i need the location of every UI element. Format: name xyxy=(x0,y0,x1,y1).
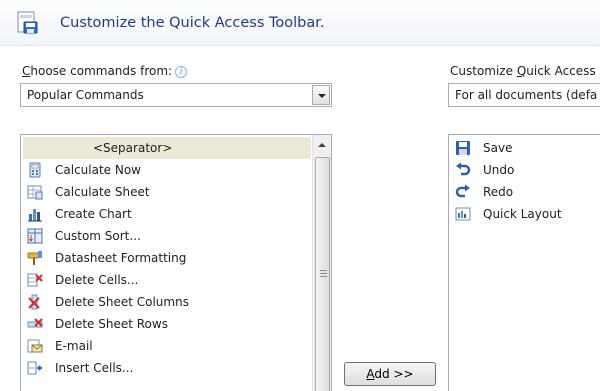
info-icon: i xyxy=(175,66,188,78)
list-item-label: Datasheet Formatting xyxy=(55,251,187,265)
page-title: Customize the Quick Access Toolbar. xyxy=(60,15,325,31)
quick-layout-icon xyxy=(455,207,471,221)
scrollbar-thumb[interactable] xyxy=(315,157,330,391)
customize-qat-label: Customize Quick Access xyxy=(450,64,596,78)
list-item-label: Redo xyxy=(483,185,514,199)
choose-commands-label: Choose commands from: i xyxy=(22,64,188,78)
list-item-label: Create Chart xyxy=(55,207,132,221)
list-item-label: Calculate Now xyxy=(55,163,141,177)
scroll-up-icon[interactable] xyxy=(314,137,330,153)
insert-cells-icon xyxy=(27,361,42,375)
list-item-separator[interactable]: <Separator> xyxy=(23,137,311,159)
datasheet-format-icon xyxy=(27,251,42,265)
email-icon xyxy=(27,339,43,353)
calculate-sheet-icon xyxy=(27,185,43,200)
dialog-header: Customize the Quick Access Toolbar. xyxy=(0,0,600,46)
customize-qat-dropdown[interactable]: For all documents (defa xyxy=(448,83,600,107)
list-item-label: Delete Sheet Rows xyxy=(55,317,168,331)
list-item-label: Insert Cells... xyxy=(55,361,134,375)
list-item-label: Calculate Sheet xyxy=(55,185,150,199)
choose-commands-label-text: hoose commands from: xyxy=(30,64,173,78)
save-icon xyxy=(456,141,470,155)
list-item-label: Undo xyxy=(483,163,515,177)
undo-icon xyxy=(456,162,471,176)
delete-columns-icon xyxy=(28,294,40,310)
delete-rows-icon xyxy=(27,318,43,328)
scrollbar-grip-icon xyxy=(320,270,327,278)
choose-commands-value: Popular Commands xyxy=(27,88,144,102)
customize-qat-label-prefix: Customize xyxy=(450,64,517,78)
sort-icon xyxy=(27,228,43,244)
chevron-down-icon[interactable] xyxy=(312,85,330,105)
customize-qat-label-accelerator: Q xyxy=(516,64,527,78)
customize-qat-value: For all documents (defa xyxy=(455,88,598,102)
customize-qat-label-text: uick Access xyxy=(526,64,596,78)
list-item-label: Quick Layout xyxy=(483,207,562,221)
commands-list[interactable]: <Separator> Calculate Now Calculate Shee… xyxy=(20,134,332,391)
commands-list-scrollbar[interactable] xyxy=(312,135,331,391)
add-button-label: dd >> xyxy=(374,367,414,381)
chart-icon xyxy=(28,209,42,222)
redo-icon xyxy=(455,184,470,198)
choose-commands-dropdown[interactable]: Popular Commands xyxy=(20,83,332,107)
delete-cells-icon xyxy=(27,273,43,287)
list-item-label: Delete Sheet Columns xyxy=(55,295,189,309)
quick-access-toolbar-icon xyxy=(17,11,38,34)
list-item-label: <Separator> xyxy=(93,141,173,155)
add-button[interactable]: Add >> xyxy=(344,362,436,386)
list-item-label: E-mail xyxy=(55,339,93,353)
list-item-label: Custom Sort... xyxy=(55,229,141,243)
calculator-icon xyxy=(29,162,41,178)
list-item-label: Save xyxy=(483,141,513,155)
list-item-label: Delete Cells... xyxy=(55,273,139,287)
quick-access-toolbar-list[interactable]: Save Undo Redo Quick Layout xyxy=(448,134,600,391)
